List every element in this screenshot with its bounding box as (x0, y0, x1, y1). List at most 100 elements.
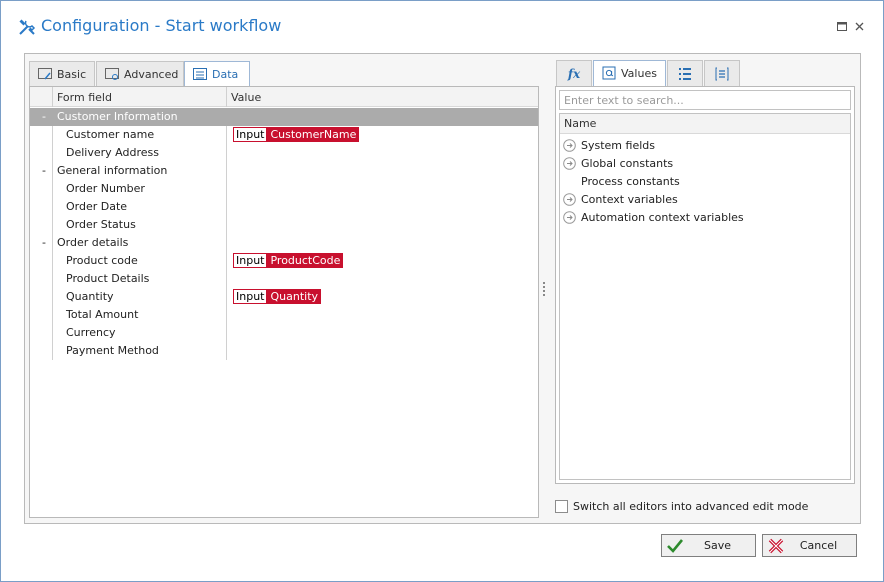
form-field-grid: Form field Value - Customer Information … (29, 86, 539, 518)
title-bar: Configuration - Start workflow (1, 1, 883, 51)
table-row[interactable]: Delivery Address (30, 144, 538, 162)
tab-advanced[interactable]: Advanced (96, 61, 184, 86)
advanced-mode-label: Switch all editors into advanced edit mo… (573, 499, 809, 513)
col-value[interactable]: Value (231, 91, 261, 104)
list-item[interactable]: Process constants (560, 173, 850, 191)
grid-header-separator (52, 87, 53, 107)
close-button[interactable] (852, 19, 866, 33)
token-name: Quantity (267, 289, 322, 304)
collapse-toggle[interactable]: - (40, 236, 48, 249)
close-icon (855, 22, 863, 30)
table-row[interactable]: Payment Method (30, 342, 538, 360)
table-row[interactable]: Order Date (30, 198, 538, 216)
tab-basic-label: Basic (57, 67, 87, 81)
list-item[interactable]: Context variables (560, 191, 850, 209)
list-item[interactable]: Automation context variables (560, 209, 850, 227)
grid-header: Form field Value (30, 87, 538, 107)
advanced-mode-checkbox[interactable] (555, 499, 568, 513)
table-row[interactable]: - Order details (30, 234, 538, 252)
table-row[interactable]: Order Status (30, 216, 538, 234)
data-list-icon (193, 68, 207, 80)
maximize-button[interactable] (835, 19, 849, 33)
group-label: Order details (57, 236, 129, 249)
advanced-mode-option[interactable]: Switch all editors into advanced edit mo… (555, 498, 808, 514)
window-title: Configuration - Start workflow (41, 16, 282, 35)
expand-arrow-icon[interactable] (563, 139, 576, 152)
main-content: Basic Advanced Data Form field Value - C… (24, 53, 861, 524)
list-item-label: Global constants (581, 157, 674, 170)
tab-list[interactable] (667, 60, 703, 86)
cancel-button[interactable]: Cancel (762, 534, 857, 557)
tab-advanced-label: Advanced (124, 67, 179, 81)
field-label: Order Status (66, 218, 136, 231)
token-type: Input (233, 253, 268, 268)
token-type: Input (233, 289, 268, 304)
basic-edit-icon (38, 67, 52, 79)
cancel-label: Cancel (799, 539, 838, 552)
expand-arrow-icon[interactable] (563, 211, 576, 224)
group-label: General information (57, 164, 168, 177)
table-row[interactable]: Quantity Input Quantity (30, 288, 538, 306)
values-icon (602, 66, 616, 80)
list-item-label: Automation context variables (581, 211, 744, 224)
list-item-label: System fields (581, 139, 655, 152)
save-button[interactable]: Save (661, 534, 756, 557)
field-label: Currency (66, 326, 116, 339)
group-label: Customer Information (57, 110, 178, 123)
table-row[interactable]: - Customer Information (30, 108, 538, 126)
field-label: Quantity (66, 290, 114, 303)
table-row[interactable]: Customer name Input CustomerName (30, 126, 538, 144)
tab-data[interactable]: Data (184, 61, 250, 87)
fx-icon: fx (567, 66, 581, 81)
values-list: Name System fields Global constants Proc… (559, 113, 851, 480)
field-label: Product code (66, 254, 138, 267)
search-input[interactable] (559, 90, 851, 110)
tab-values[interactable]: Values (593, 60, 666, 86)
tab-form[interactable] (704, 60, 740, 86)
list-item-label: Context variables (581, 193, 678, 206)
table-row[interactable]: Product Details (30, 270, 538, 288)
field-label: Delivery Address (66, 146, 159, 159)
table-row[interactable]: Total Amount (30, 306, 538, 324)
numbered-list-icon (679, 67, 691, 80)
field-label: Total Amount (66, 308, 139, 321)
tools-icon (19, 19, 36, 35)
list-item[interactable]: System fields (560, 137, 850, 155)
value-token[interactable]: Input CustomerName (233, 127, 360, 142)
col-form-field[interactable]: Form field (57, 91, 112, 104)
save-label: Save (703, 539, 731, 552)
list-item[interactable]: Global constants (560, 155, 850, 173)
value-token[interactable]: Input Quantity (233, 289, 322, 304)
table-row[interactable]: Product code Input ProductCode (30, 252, 538, 270)
expand-arrow-icon[interactable] (563, 157, 576, 170)
field-label: Payment Method (66, 344, 159, 357)
table-row[interactable]: Currency (30, 324, 538, 342)
tab-functions[interactable]: fx (556, 60, 592, 86)
tab-basic[interactable]: Basic (29, 61, 95, 86)
tab-values-label: Values (621, 67, 657, 80)
grid-rows: - Customer Information Customer name Inp… (30, 108, 538, 360)
expand-arrow-icon[interactable] (563, 193, 576, 206)
field-label: Order Date (66, 200, 128, 213)
token-name: CustomerName (267, 127, 360, 142)
panel-splitter[interactable] (543, 282, 546, 298)
form-icon (715, 67, 729, 80)
field-label: Customer name (66, 128, 155, 141)
token-type: Input (233, 127, 268, 142)
config-window: Configuration - Start workflow Basic Adv… (0, 0, 884, 582)
maximize-icon (837, 21, 847, 31)
list-item-label: Process constants (581, 175, 680, 188)
field-label: Order Number (66, 182, 145, 195)
collapse-toggle[interactable]: - (40, 110, 48, 123)
grid-header-separator (226, 87, 227, 107)
token-name: ProductCode (267, 253, 344, 268)
value-token[interactable]: Input ProductCode (233, 253, 344, 268)
tab-data-label: Data (212, 68, 239, 81)
values-panel: Name System fields Global constants Proc… (555, 86, 855, 484)
table-row[interactable]: Order Number (30, 180, 538, 198)
advanced-settings-icon (105, 67, 119, 80)
table-row[interactable]: - General information (30, 162, 538, 180)
list-header-name[interactable]: Name (560, 114, 850, 134)
collapse-toggle[interactable]: - (40, 164, 48, 177)
field-label: Product Details (66, 272, 150, 285)
